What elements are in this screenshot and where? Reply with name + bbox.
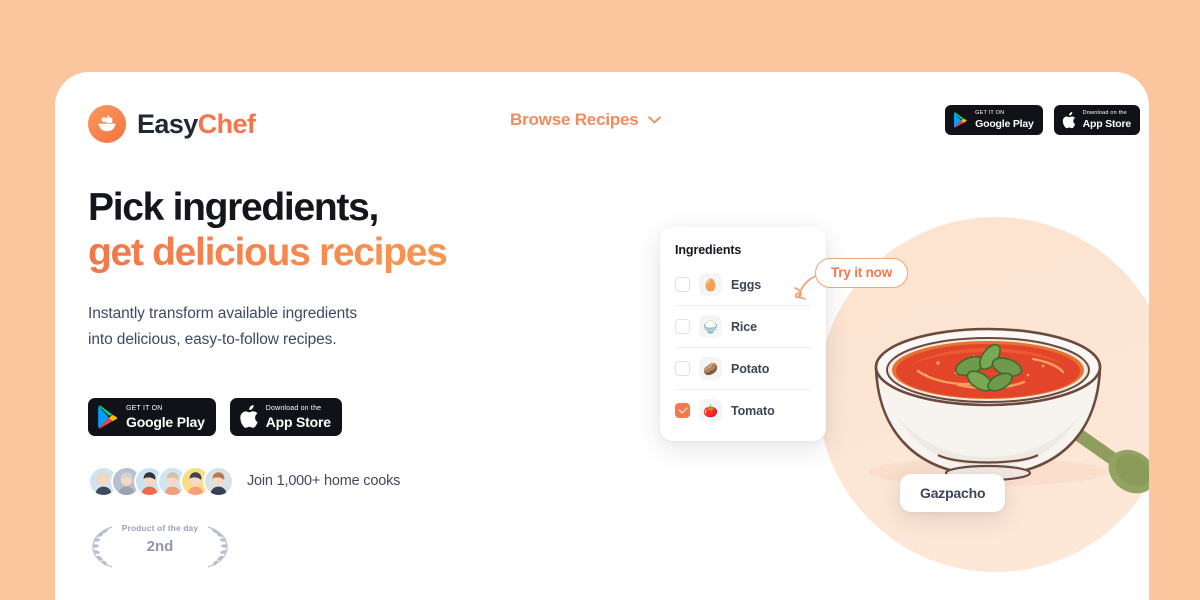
badge-top-line: GET IT ON: [975, 110, 1005, 116]
ingredient-row-rice[interactable]: 🍚 Rice: [675, 306, 811, 348]
google-play-icon: [953, 112, 968, 128]
ingredient-checkbox-potato[interactable]: [675, 361, 690, 376]
ingredient-label: Rice: [731, 319, 758, 334]
try-it-now-callout[interactable]: Try it now: [815, 258, 909, 288]
ingredient-checkbox-rice[interactable]: [675, 319, 690, 334]
chef-bowl-icon: [88, 105, 126, 143]
avatar-group: [88, 465, 234, 497]
header-app-store-text: Download on the App Store: [1082, 110, 1132, 130]
nav-browse-recipes-label: Browse Recipes: [510, 110, 639, 129]
ingredient-emoji-icon: 🥔: [699, 357, 722, 380]
social-proof: Join 1,000+ home cooks: [88, 465, 608, 497]
ingredients-card-title: Ingredients: [675, 243, 742, 257]
hero-content: Pick ingredients, get delicious recipes …: [88, 185, 608, 569]
header-app-store-badge[interactable]: Download on the App Store: [1053, 105, 1140, 135]
brand-logo[interactable]: EasyChef: [88, 105, 256, 143]
ingredient-label: Eggs: [731, 277, 762, 292]
ingredient-label: Tomato: [731, 403, 775, 418]
badge-bottom-line: App Store: [265, 413, 331, 430]
hero-subtitle-line-1: Instantly transform available ingredient…: [88, 305, 358, 323]
ingredient-checkbox-eggs[interactable]: [675, 277, 690, 292]
header-google-play-badge[interactable]: GET IT ON Google Play: [945, 105, 1043, 135]
chevron-down-icon: [647, 116, 661, 124]
award-title: Product of the day: [121, 522, 199, 533]
brand-name-part2: Chef: [197, 108, 256, 139]
award-text: Product of the day 2nd: [100, 523, 220, 555]
ingredient-emoji-icon: 🍚: [699, 315, 722, 338]
header-store-badges: GET IT ON Google Play Download on the Ap…: [945, 105, 1140, 135]
badge-bottom-line: Google Play: [975, 117, 1034, 130]
brand-name-part1: Easy: [137, 108, 198, 139]
apple-icon: [239, 404, 259, 429]
badge-top-line: Download on the: [1082, 110, 1127, 116]
hero-app-store-badge[interactable]: Download on the App Store: [229, 397, 342, 436]
product-of-the-day-badge: Product of the day 2nd: [92, 523, 228, 569]
header-google-play-text: GET IT ON Google Play: [975, 110, 1034, 130]
ingredient-emoji-icon: 🍅: [699, 399, 722, 422]
badge-top-line: Download on the: [265, 404, 322, 412]
page-background: EasyChef Browse Recipes GET IT ON Google…: [0, 0, 1200, 600]
apple-icon: [1062, 111, 1076, 129]
dish-name-chip: Gazpacho: [900, 474, 1006, 512]
hero-google-play-badge[interactable]: GET IT ON Google Play: [88, 397, 216, 436]
brand-name: EasyChef: [137, 108, 256, 140]
ingredient-checkbox-tomato[interactable]: [675, 403, 690, 418]
page-title: Pick ingredients, get delicious recipes: [88, 185, 608, 275]
ingredient-row-potato[interactable]: 🥔 Potato: [675, 348, 811, 390]
ingredient-row-tomato[interactable]: 🍅 Tomato: [675, 390, 811, 431]
site-header: EasyChef Browse Recipes GET IT ON Google…: [55, 72, 1149, 182]
badge-bottom-line: Google Play: [126, 413, 205, 430]
social-proof-label: Join 1,000+ home cooks: [247, 473, 401, 490]
badge-top-line: GET IT ON: [126, 404, 163, 412]
ingredients-list: 🥚 Eggs 🍚 Rice 🥔 Potato 🍅 Tomato: [675, 264, 811, 431]
ingredients-card: Ingredients 🥚 Eggs 🍚 Rice 🥔 Potato 🍅 Tomato: [660, 227, 826, 441]
google-play-icon: [97, 405, 119, 429]
hero-subtitle-line-2: into delicious, easy-to-follow recipes.: [88, 330, 337, 348]
avatar: [203, 465, 234, 497]
hero-store-badges: GET IT ON Google Play Download on the Ap…: [88, 397, 608, 436]
headline-line-2: get delicious recipes: [88, 230, 608, 275]
hero-google-play-text: GET IT ON Google Play: [126, 405, 205, 429]
ingredient-label: Potato: [731, 361, 770, 376]
app-window-card: EasyChef Browse Recipes GET IT ON Google…: [55, 72, 1149, 600]
ingredient-row-eggs[interactable]: 🥚 Eggs: [675, 264, 811, 306]
headline-line-1: Pick ingredients,: [88, 186, 379, 229]
nav-browse-recipes[interactable]: Browse Recipes: [510, 110, 661, 130]
badge-bottom-line: App Store: [1082, 117, 1132, 130]
award-rank: 2nd: [146, 537, 174, 555]
hero-subtitle: Instantly transform available ingredient…: [88, 301, 608, 351]
hero-app-store-text: Download on the App Store: [266, 405, 331, 429]
ingredient-emoji-icon: 🥚: [699, 273, 722, 296]
